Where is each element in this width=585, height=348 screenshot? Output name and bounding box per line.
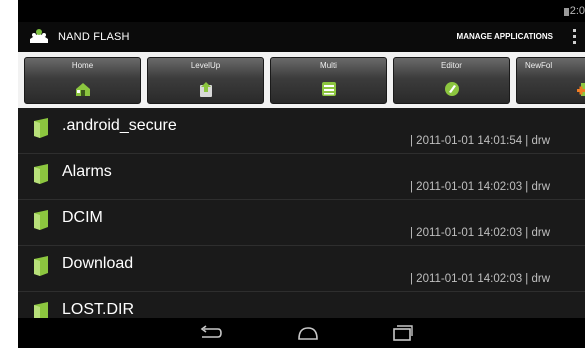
home-icon bbox=[75, 83, 90, 96]
folder-icon bbox=[34, 164, 48, 184]
file-toolbar: Home LevelUp Multi Editor NewFol bbox=[18, 52, 585, 108]
list-item[interactable]: Download | 2011-01-01 14:02:03 | drw bbox=[18, 246, 585, 292]
app-logo-icon bbox=[30, 29, 48, 43]
new-folder-button-label: NewFol bbox=[525, 61, 553, 70]
file-name: Alarms bbox=[62, 163, 112, 180]
level-up-icon bbox=[199, 82, 212, 97]
editor-button-label: Editor bbox=[441, 61, 462, 70]
multi-button-label: Multi bbox=[320, 61, 337, 70]
manage-applications-button[interactable]: MANAGE APPLICATIONS bbox=[457, 32, 553, 41]
file-meta: | 2011-01-01 14:02:03 | drw bbox=[410, 227, 551, 239]
action-bar: NAND FLASH MANAGE APPLICATIONS bbox=[18, 22, 585, 52]
file-name: LOST.DIR bbox=[62, 301, 135, 318]
new-folder-button[interactable]: NewFol bbox=[516, 57, 585, 104]
system-nav-bar bbox=[18, 318, 585, 348]
file-list[interactable]: .android_secure | 2011-01-01 14:01:54 | … bbox=[18, 108, 585, 322]
battery-icon bbox=[564, 8, 569, 16]
overflow-menu-icon[interactable] bbox=[573, 29, 577, 45]
app-title: NAND FLASH bbox=[58, 31, 130, 43]
folder-icon bbox=[34, 118, 48, 138]
back-icon[interactable] bbox=[198, 324, 222, 342]
list-item[interactable]: DCIM | 2011-01-01 14:02:03 | drw bbox=[18, 200, 585, 246]
home-button[interactable]: Home bbox=[24, 57, 141, 104]
folder-icon bbox=[34, 210, 48, 230]
file-meta: | 2011-01-01 14:02:03 | drw bbox=[410, 181, 551, 193]
file-name: DCIM bbox=[62, 209, 103, 226]
editor-button[interactable]: Editor bbox=[393, 57, 510, 104]
status-bar: 2:0 bbox=[18, 0, 585, 22]
multi-button[interactable]: Multi bbox=[270, 57, 387, 104]
new-folder-icon bbox=[577, 83, 585, 96]
list-item[interactable]: .android_secure | 2011-01-01 14:01:54 | … bbox=[18, 108, 585, 154]
level-up-button[interactable]: LevelUp bbox=[147, 57, 264, 104]
file-meta: | 2011-01-01 14:01:54 | drw bbox=[410, 135, 551, 147]
file-name: Download bbox=[62, 255, 134, 272]
level-up-button-label: LevelUp bbox=[190, 61, 221, 70]
multi-select-icon bbox=[321, 82, 336, 96]
device-screen: 2:0 NAND FLASH MANAGE APPLICATIONS Home … bbox=[18, 0, 585, 348]
status-clock: 2:0 bbox=[569, 5, 585, 17]
list-item[interactable]: Alarms | 2011-01-01 14:02:03 | drw bbox=[18, 154, 585, 200]
file-meta: | 2011-01-01 14:02:03 | drw bbox=[410, 273, 551, 285]
recents-icon[interactable] bbox=[390, 324, 414, 342]
home-nav-icon[interactable] bbox=[296, 324, 320, 342]
home-button-label: Home bbox=[71, 61, 94, 70]
folder-icon bbox=[34, 256, 48, 276]
file-name: .android_secure bbox=[62, 117, 177, 134]
editor-icon bbox=[444, 82, 459, 96]
